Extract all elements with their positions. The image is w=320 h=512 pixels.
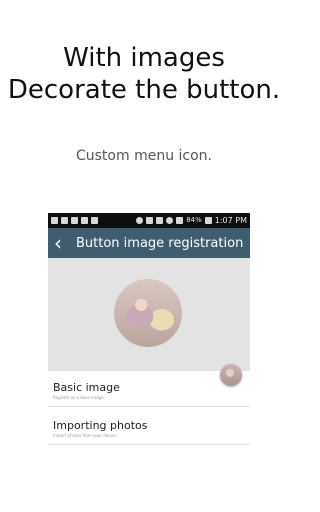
action-bar: ‹ Button image registration [48, 228, 250, 258]
back-arrow-icon[interactable]: ‹ [54, 228, 72, 258]
status-notification-icons [51, 217, 98, 224]
action-bar-title: Button image registration [76, 235, 244, 251]
message-icon [61, 217, 68, 224]
signal-icon [176, 217, 184, 224]
list-item-subtitle: Import photos from your device [53, 433, 117, 438]
battery-level: 84% [186, 216, 202, 224]
subline: Custom menu icon. [75, 148, 212, 164]
headline-line-2: Decorate the button. [7, 75, 281, 105]
check-icon [91, 217, 98, 224]
image-icon [81, 217, 88, 224]
headline-line-1: With images [63, 43, 225, 73]
headline: With images Decorate the button. [0, 42, 288, 106]
button-image-preview[interactable] [114, 279, 182, 347]
hd-icon [156, 217, 164, 224]
status-system-icons: 84% 1:07 PM [136, 213, 247, 228]
list-item-title: Importing photos [53, 419, 148, 432]
play-icon [71, 217, 78, 224]
list-item-title: Basic image [53, 381, 120, 394]
image-preview-area [48, 258, 250, 371]
list-item-subtitle: Register as a base image [53, 395, 104, 400]
app-notification-icon [51, 217, 58, 224]
vibrate-icon [146, 217, 154, 224]
list-item-basic-image[interactable]: Basic image Register as a base image [48, 381, 250, 407]
status-bar: 84% 1:07 PM [48, 213, 250, 228]
status-time: 1:07 PM [214, 216, 247, 225]
battery-icon [204, 217, 212, 224]
wifi-icon [166, 217, 174, 224]
list-item-importing-photos[interactable]: Importing photos Import photos from your… [48, 419, 250, 445]
phone-screenshot: 84% 1:07 PM ‹ Button image registration … [48, 213, 250, 463]
bluetooth-icon [136, 217, 144, 224]
